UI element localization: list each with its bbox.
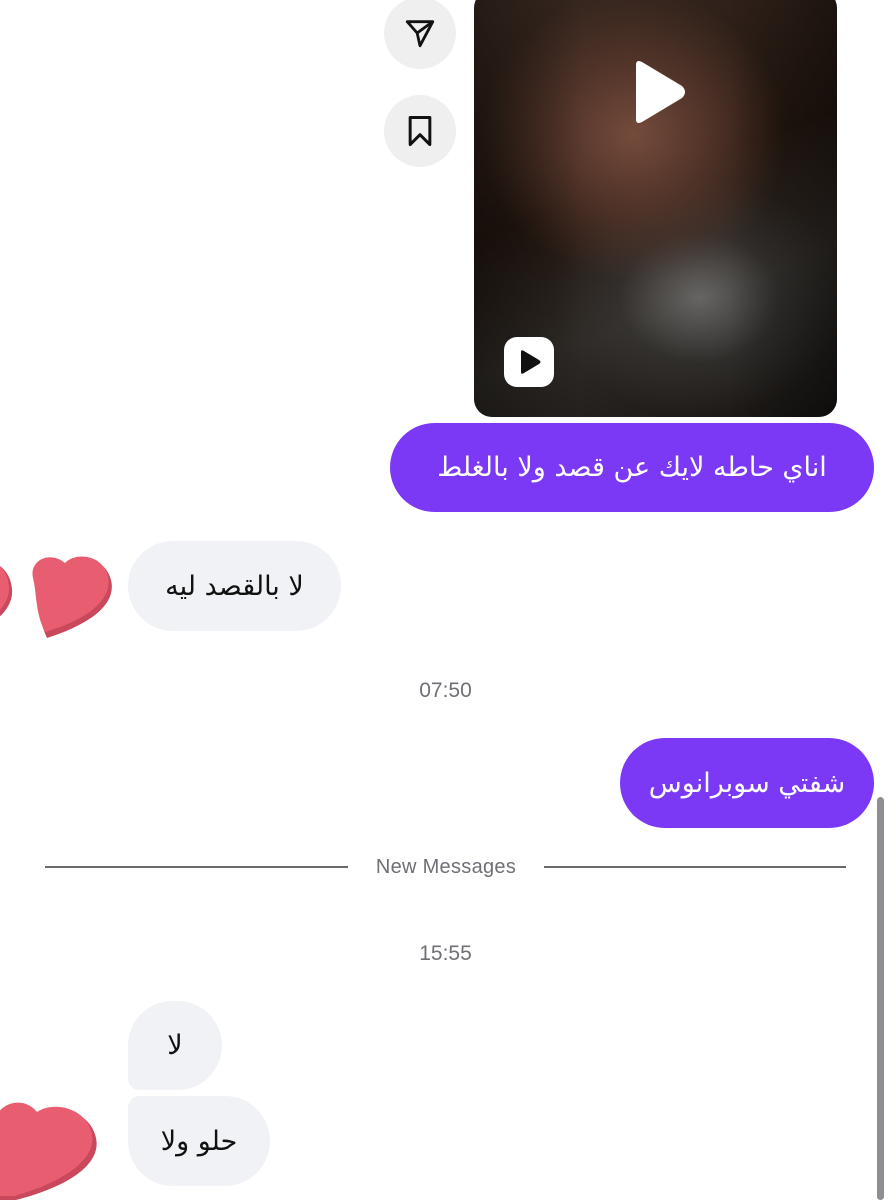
heart-icon bbox=[25, 552, 117, 644]
paper-plane-icon bbox=[403, 16, 437, 50]
timestamp: 15:55 bbox=[419, 942, 472, 965]
incoming-message[interactable]: لا بالقصد ليه bbox=[128, 541, 341, 631]
heart-icon bbox=[0, 1100, 104, 1200]
chat-thread[interactable]: اناي حاطه لايك عن قصد ولا بالغلط لا بالق… bbox=[0, 0, 891, 1200]
message-text: شفتي سوبرانوس bbox=[648, 767, 846, 799]
message-text: لا بالقصد ليه bbox=[165, 570, 304, 602]
incoming-message[interactable]: لا bbox=[128, 1001, 222, 1090]
heart-icon bbox=[0, 555, 18, 639]
divider-line bbox=[45, 866, 348, 868]
outgoing-message[interactable]: شفتي سوبرانوس bbox=[620, 738, 874, 828]
timestamp: 07:50 bbox=[419, 679, 472, 702]
bookmark-icon bbox=[405, 115, 435, 147]
message-text: اناي حاطه لايك عن قصد ولا بالغلط bbox=[437, 452, 827, 483]
scrollbar[interactable] bbox=[877, 797, 884, 1200]
share-button[interactable] bbox=[384, 0, 456, 69]
shared-video-card[interactable] bbox=[474, 0, 837, 417]
incoming-message[interactable]: حلو ولا bbox=[128, 1096, 270, 1186]
message-text: حلو ولا bbox=[160, 1125, 238, 1157]
play-icon[interactable] bbox=[628, 59, 688, 125]
new-messages-divider: New Messages bbox=[375, 856, 517, 878]
save-button[interactable] bbox=[384, 95, 456, 167]
divider-line bbox=[544, 866, 846, 868]
reel-play-icon bbox=[504, 337, 554, 387]
outgoing-message[interactable]: اناي حاطه لايك عن قصد ولا بالغلط bbox=[390, 423, 874, 512]
message-text: لا bbox=[167, 1030, 183, 1061]
